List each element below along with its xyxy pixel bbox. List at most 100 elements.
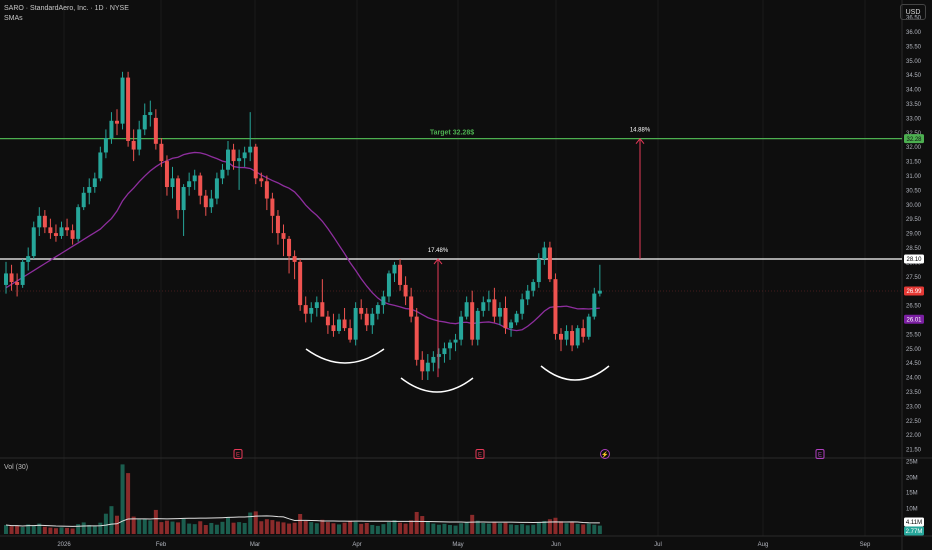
volume-badge-2-text: 2.77M <box>906 529 923 535</box>
volume-bar <box>586 523 591 534</box>
volume-bar <box>109 506 114 534</box>
indicator-label[interactable]: SMAs <box>4 14 129 24</box>
volume-bar <box>170 521 175 534</box>
volume-bar <box>542 520 547 534</box>
price-chart[interactable]: Target 32.28$ 17.48%14.88% E E ⚡ E 36.5036.… <box>0 0 932 550</box>
volume-bar <box>198 521 203 534</box>
volume-bar <box>42 526 47 534</box>
price-tick-label: 21.50 <box>906 448 922 454</box>
price-tick-label: 22.00 <box>906 433 922 439</box>
volume-bar <box>331 523 336 534</box>
candle-body <box>531 282 536 291</box>
candle-body <box>126 77 131 141</box>
candle-body <box>536 259 541 283</box>
volume-bar <box>348 520 353 534</box>
candle-body <box>70 230 75 239</box>
candle-body <box>575 328 580 346</box>
measure-2-label: 14.88% <box>630 128 651 134</box>
candle-body <box>292 256 297 262</box>
candle-body <box>259 178 264 182</box>
volume-bar <box>309 522 314 534</box>
volume-bar <box>253 511 258 534</box>
volume-bar <box>164 520 169 534</box>
volume-bar <box>142 518 147 534</box>
candle-body <box>226 149 230 170</box>
candle-body <box>115 120 119 124</box>
volume-bar <box>497 523 502 534</box>
price-tick-label: 25.50 <box>906 332 922 338</box>
volume-bar <box>409 520 414 534</box>
candle-body <box>237 158 242 162</box>
volume-label[interactable]: Vol (30) <box>4 464 28 471</box>
volume-bar <box>181 518 186 534</box>
volume-bar <box>364 522 369 534</box>
candle-body <box>309 307 314 314</box>
volume-bar <box>564 523 569 534</box>
candle-body <box>153 117 158 144</box>
volume-bar <box>414 511 419 534</box>
price-tick-label: 24.50 <box>906 361 922 367</box>
candle-body <box>497 307 502 317</box>
volume-bar <box>176 522 181 534</box>
candle-body <box>203 195 208 208</box>
volume-bar <box>381 524 386 534</box>
price-tick-label: 35.50 <box>906 44 922 50</box>
volume-tick-label: 15M <box>906 491 918 497</box>
candle-body <box>581 328 586 337</box>
candle-body <box>475 310 480 340</box>
candle-body <box>503 307 508 329</box>
symbol-title[interactable]: SARO · StandardAero, Inc. · 1D · NYSE <box>4 4 129 14</box>
volume-bar <box>431 523 436 534</box>
candle-body <box>375 305 380 314</box>
price-tick-label: 36.00 <box>906 30 922 36</box>
volume-bar <box>242 522 247 534</box>
volume-bar <box>520 524 525 534</box>
price-tick-label: 24.00 <box>906 376 922 382</box>
candle-body <box>492 299 497 317</box>
volume-bar <box>159 522 164 534</box>
currency-button[interactable]: USD <box>900 4 926 20</box>
candle-body <box>209 198 214 208</box>
candle-body <box>303 305 308 314</box>
volume-bar <box>509 524 514 534</box>
volume-bar <box>464 522 469 534</box>
volume-bar <box>98 522 103 534</box>
candle-body <box>176 178 181 211</box>
volume-bar <box>592 524 597 534</box>
candle-body <box>425 362 430 372</box>
volume-bar <box>597 525 602 534</box>
candle-body <box>37 215 42 228</box>
price-tick-label: 26.50 <box>906 304 922 310</box>
candle-body <box>564 331 569 340</box>
candle-body <box>275 215 280 234</box>
candle-body <box>131 140 136 150</box>
candle-body <box>26 256 31 262</box>
time-tick-label: 2026 <box>57 542 71 548</box>
price-tick-label: 29.50 <box>906 217 922 223</box>
volume-bar <box>475 520 480 534</box>
candle-body <box>486 299 491 303</box>
candle-body <box>220 169 225 179</box>
price-tick-label: 33.00 <box>906 116 922 122</box>
candle-body <box>442 348 447 355</box>
volume-bar <box>9 526 14 534</box>
candle-body <box>81 192 86 208</box>
volume-bar <box>448 525 452 534</box>
chart-header: SARO · StandardAero, Inc. · 1D · NYSE SM… <box>4 4 129 24</box>
volume-bar <box>359 523 364 534</box>
volume-bar <box>192 524 197 534</box>
volume-bar <box>115 515 119 534</box>
price-tick-label: 30.50 <box>906 188 922 194</box>
volume-bar <box>237 522 242 534</box>
price-tick-label: 31.00 <box>906 174 922 180</box>
candle-body <box>331 325 336 332</box>
volume-bar <box>148 520 153 534</box>
volume-bar <box>492 521 497 534</box>
volume-bar <box>120 464 125 534</box>
candle-body <box>214 178 219 199</box>
time-tick-label: Feb <box>156 542 167 548</box>
level-badge-text: 28.10 <box>906 257 922 263</box>
price-tick-label: 27.50 <box>906 275 922 281</box>
volume-tick-label: 20M <box>906 476 918 482</box>
volume-bar <box>453 525 458 534</box>
